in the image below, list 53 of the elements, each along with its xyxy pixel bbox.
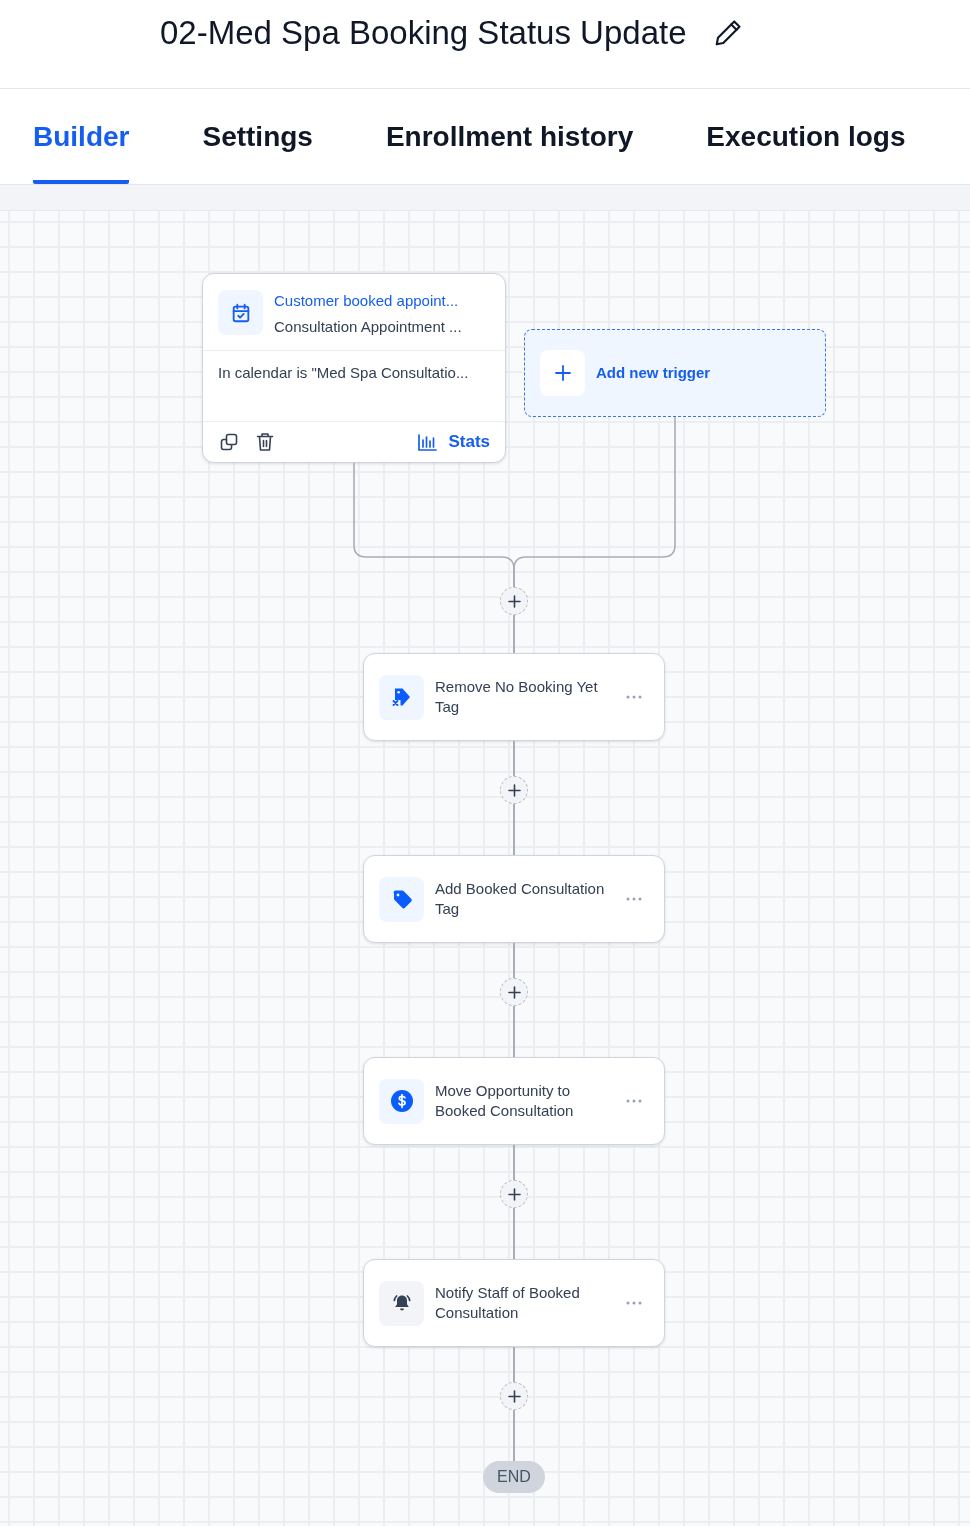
add-step-button[interactable] [500,1180,528,1208]
connector-line [513,1208,515,1259]
add-step-button[interactable] [500,776,528,804]
connector-line [513,1006,515,1057]
tag-remove-icon [379,674,424,720]
plus-icon [507,783,521,797]
copy-button[interactable] [219,432,239,452]
plus-icon [540,350,585,396]
action-node[interactable]: Move Opportunity to Booked Consultation [363,1057,665,1145]
node-label: Remove No Booking Yet Tag [435,677,599,717]
calendar-icon [218,290,263,335]
add-step-button[interactable] [500,1382,528,1410]
plus-icon [507,1389,521,1403]
connector-line [513,615,515,653]
add-trigger-button[interactable]: Add new trigger [524,329,826,417]
add-step-button[interactable] [500,587,528,615]
dollar-icon [379,1078,424,1124]
action-node[interactable]: Notify Staff of Booked Consultation [363,1259,665,1347]
tab[interactable]: Execution logs [706,89,906,184]
more-icon[interactable] [626,1099,642,1103]
action-node[interactable]: Remove No Booking Yet Tag [363,653,665,741]
tag-icon [379,876,424,922]
plus-icon [507,985,521,999]
node-label: Add Booked Consultation Tag [435,879,606,919]
connector-line [513,1410,515,1461]
node-label: Notify Staff of Booked Consultation [435,1283,581,1323]
trigger-subtitle: Consultation Appointment ... [274,317,462,337]
connector-line [513,804,515,855]
connector-line [513,741,515,776]
add-step-button[interactable] [500,978,528,1006]
trigger-condition: In calendar is "Med Spa Consultatio... [218,364,469,381]
end-marker: END [483,1461,545,1493]
copy-icon [219,432,239,452]
connector-line [513,1347,515,1382]
more-icon[interactable] [626,897,642,901]
delete-button[interactable] [256,432,274,452]
trash-icon [256,432,274,452]
trigger-title: Customer booked appoint... [274,291,460,311]
tab[interactable]: Settings [202,89,313,184]
more-icon[interactable] [626,1301,642,1305]
bell-icon [379,1280,424,1326]
node-label: Move Opportunity to Booked Consultation [435,1081,575,1121]
connector-line [513,1145,515,1180]
tab[interactable]: Enrollment history [385,89,634,184]
plus-icon [507,1187,521,1201]
connector-line [513,943,515,978]
workflow-title: 02-Med Spa Booking Status Update [160,13,687,53]
plus-icon [507,594,521,608]
action-node[interactable]: Add Booked Consultation Tag [363,855,665,943]
more-icon[interactable] [626,695,642,699]
bar-chart-icon [418,433,438,451]
stats-button[interactable]: Stats [418,429,490,455]
trigger-card[interactable]: Customer booked appoint... Consultation Appointment ... In calendar is "Med Spa Consultatio... Stats [202,273,506,463]
